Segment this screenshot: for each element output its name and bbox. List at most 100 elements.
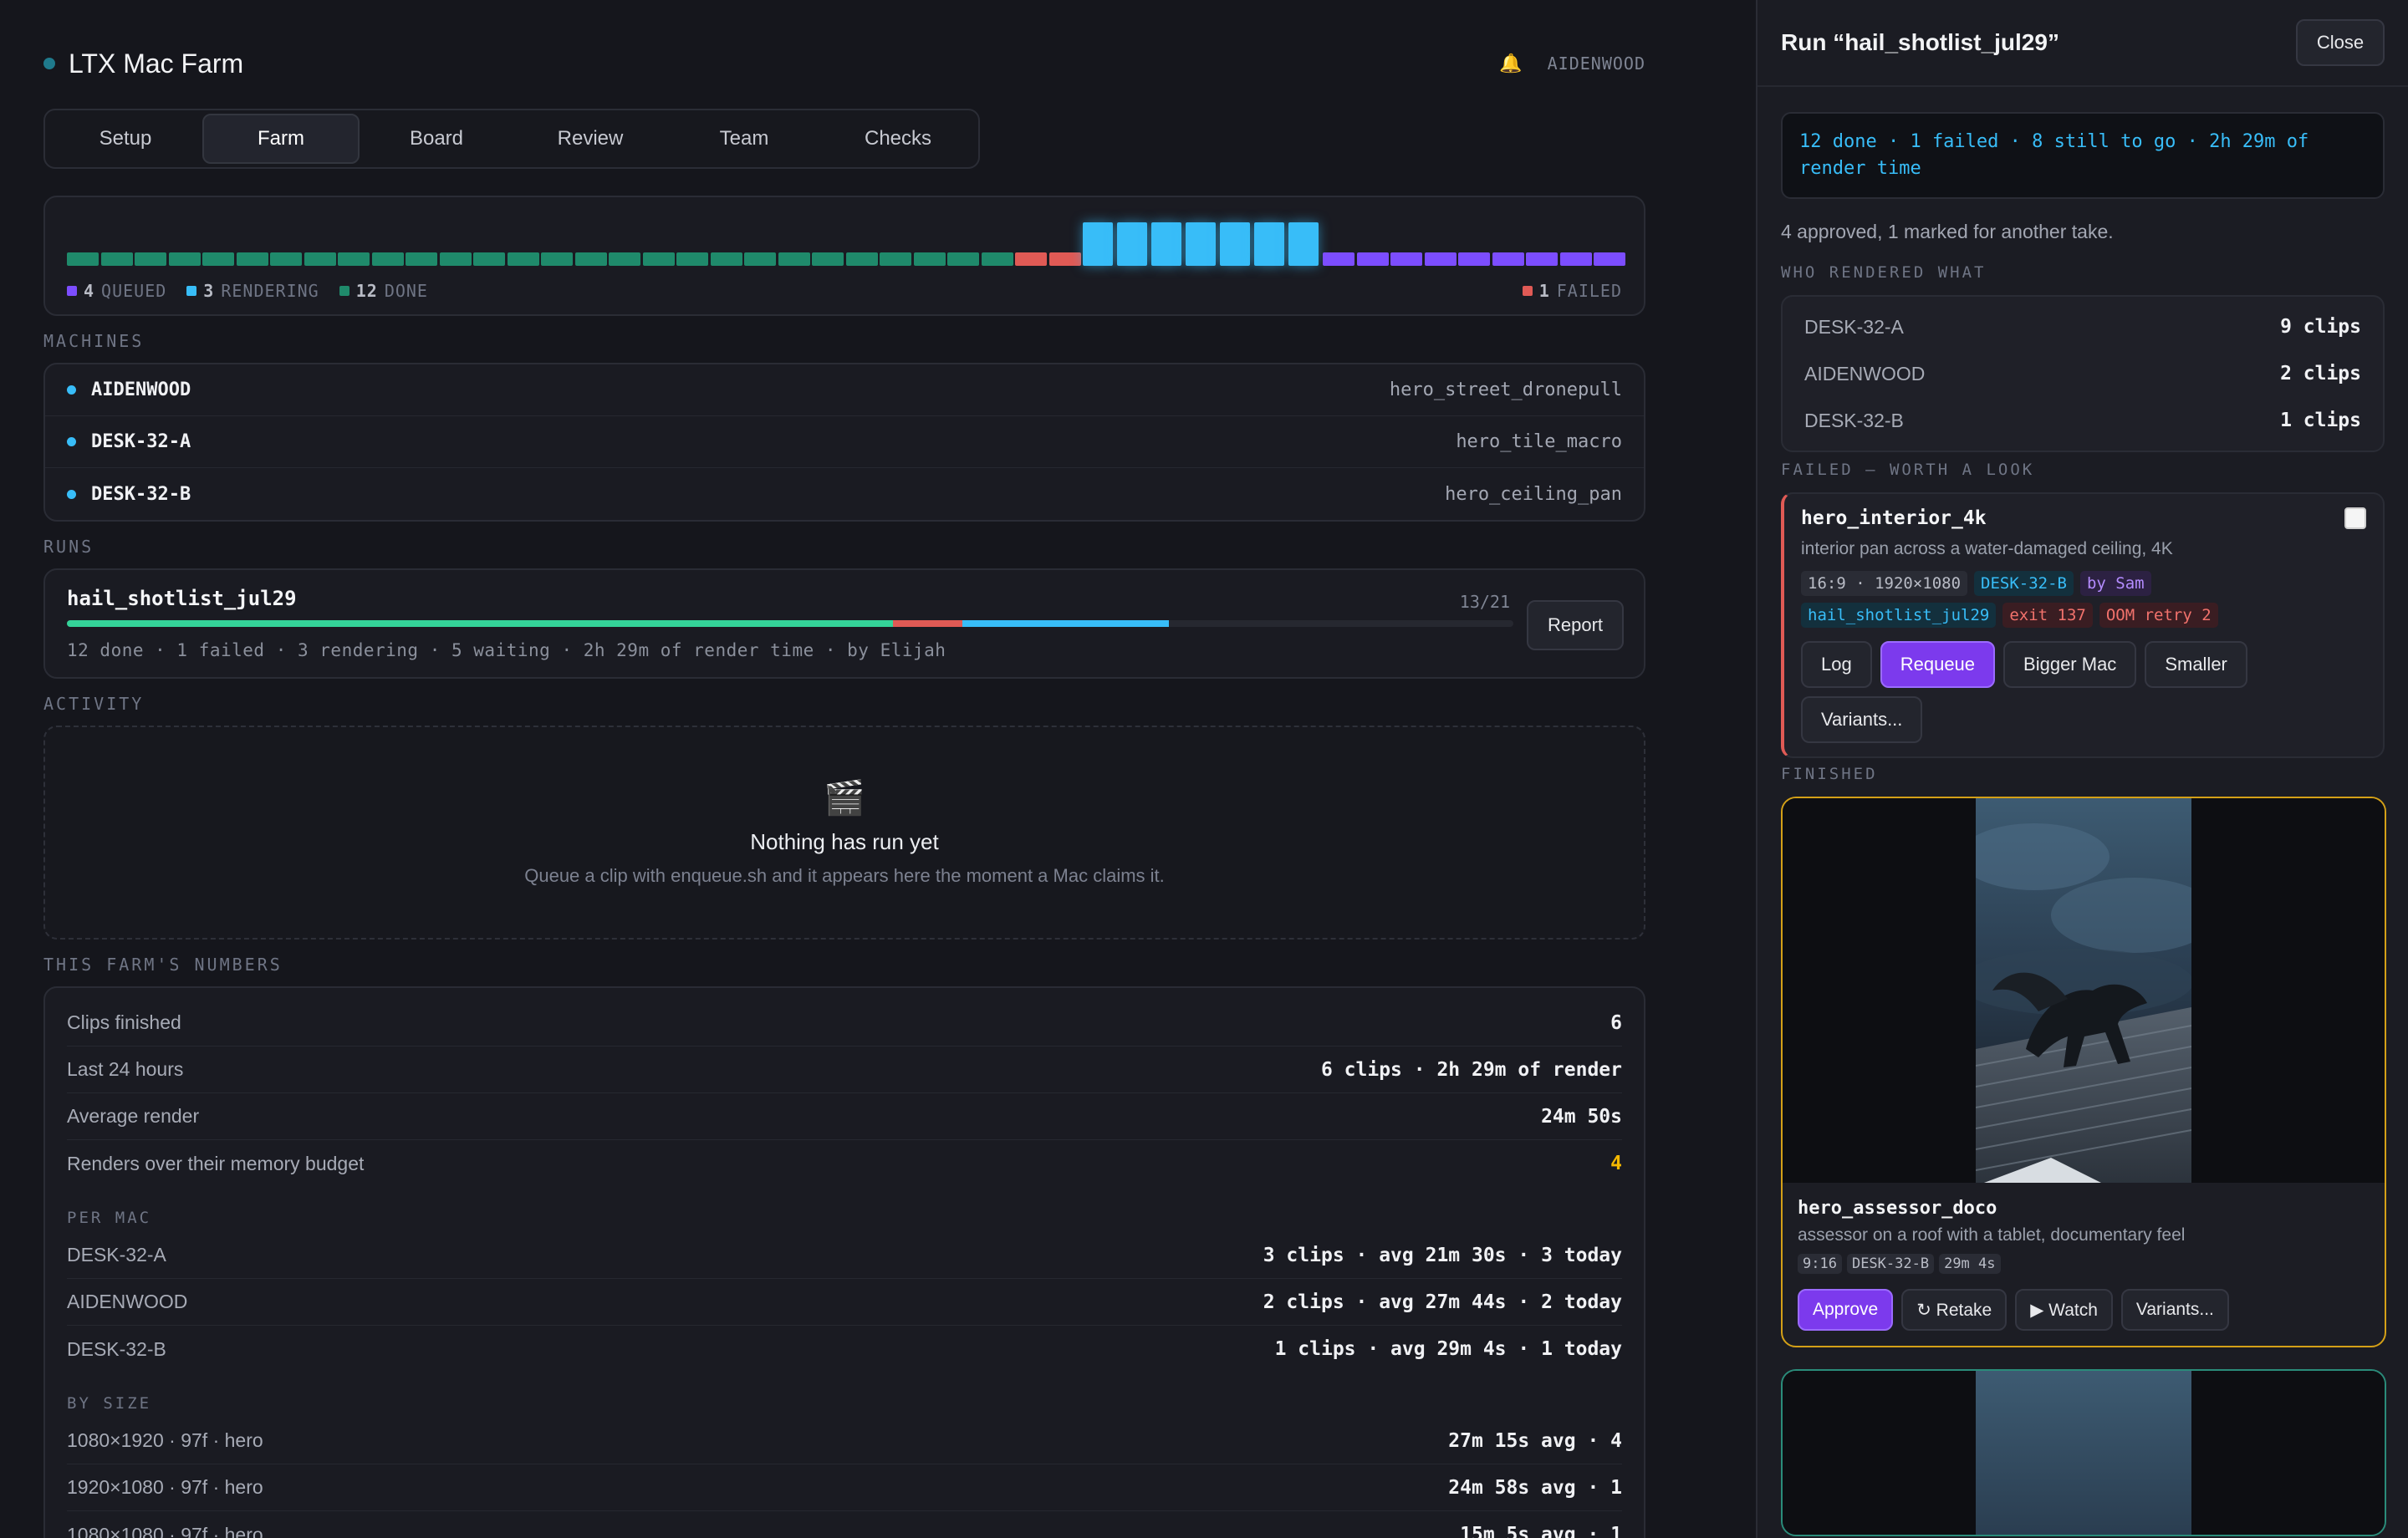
job-timeline: 4 QUEUED 3 RENDERING 12 DONE 1 FAILED	[43, 196, 1645, 316]
timeline-block-queued[interactable]	[1390, 252, 1422, 266]
timeline-block-rendering[interactable]	[1254, 222, 1284, 266]
timeline-block-done[interactable]	[609, 252, 640, 266]
tab-checks[interactable]: Checks	[821, 114, 975, 164]
timeline-block-done[interactable]	[880, 252, 911, 266]
timeline-block-done[interactable]	[135, 252, 166, 266]
section-numbers: THIS FARM'S NUMBERS	[43, 955, 283, 975]
timeline-block-queued[interactable]	[1356, 252, 1389, 266]
timeline-block-queued[interactable]	[1526, 252, 1558, 266]
stat-row: Last 24 hours 6 clips · 2h 29m of render	[67, 1047, 1622, 1093]
tab-review[interactable]: Review	[513, 114, 667, 164]
machine-row[interactable]: DESK-32-B hero_ceiling_pan	[45, 468, 1644, 520]
timeline-block-failed[interactable]	[1048, 252, 1081, 266]
legend-rendering: 3 RENDERING	[186, 281, 319, 301]
select-checkbox[interactable]	[2344, 507, 2366, 529]
timeline-block-queued[interactable]	[1559, 252, 1592, 266]
timeline-block-failed[interactable]	[1015, 252, 1047, 266]
timeline-block-done[interactable]	[338, 252, 370, 266]
run-progress-bar	[67, 620, 1513, 627]
timeline-block-done[interactable]	[574, 252, 607, 266]
tab-farm[interactable]: Farm	[202, 114, 360, 164]
user-name[interactable]: AIDENWOOD	[1548, 53, 1645, 74]
machine-row[interactable]: AIDENWOOD hero_street_dronepull	[45, 364, 1644, 416]
finished-clip-card: hero_assessor_doco assessor on a roof wi…	[1781, 797, 2386, 1347]
timeline-block-rendering[interactable]	[1186, 222, 1216, 266]
timeline-block-queued[interactable]	[1323, 252, 1354, 266]
timeline-block-done[interactable]	[710, 252, 742, 266]
app-title: LTX Mac Farm	[69, 48, 244, 79]
timeline-block-rendering[interactable]	[1151, 222, 1181, 266]
timeline-block-queued[interactable]	[1594, 252, 1625, 266]
timeline-block-done[interactable]	[541, 252, 573, 266]
timeline-block-rendering[interactable]	[1288, 222, 1319, 266]
stat-row: 1920×1080 · 97f · hero 24m 58s avg · 1	[67, 1464, 1622, 1511]
timeline-block-done[interactable]	[642, 252, 675, 266]
timeline-block-queued[interactable]	[1458, 252, 1490, 266]
variants-button[interactable]: Variants...	[2120, 1289, 2229, 1331]
timeline-block-done[interactable]	[778, 252, 810, 266]
timeline-block-rendering[interactable]	[1083, 222, 1113, 266]
timeline-block-done[interactable]	[744, 252, 776, 266]
requeue-button[interactable]: Requeue	[1880, 641, 1996, 688]
approval-status: 4 approved, 1 marked for another take.	[1781, 221, 2114, 242]
timeline-block-done[interactable]	[406, 252, 437, 266]
who-row: DESK-32-B 1 clips	[1804, 409, 2361, 432]
timeline-block-done[interactable]	[371, 252, 404, 266]
timeline-block-done[interactable]	[947, 252, 979, 266]
activity-empty-state: 🎬 Nothing has run yet Queue a clip with …	[43, 726, 1645, 940]
failed-clip-card: hero_interior_4k interior pan across a w…	[1781, 492, 2385, 758]
approve-button[interactable]: Approve	[1798, 1289, 1894, 1331]
timeline-block-rendering[interactable]	[1117, 222, 1147, 266]
smaller-button[interactable]: Smaller	[2145, 641, 2247, 688]
timeline-block-done[interactable]	[913, 252, 946, 266]
bigger-mac-button[interactable]: Bigger Mac	[2003, 641, 2137, 688]
stat-row: 1080×1920 · 97f · hero 27m 15s avg · 4	[67, 1418, 1622, 1464]
timeline-block-done[interactable]	[439, 252, 472, 266]
variants-button[interactable]: Variants...	[1801, 696, 1923, 743]
stat-row: Clips finished 6	[67, 1000, 1622, 1047]
tab-board[interactable]: Board	[360, 114, 513, 164]
machines-list: AIDENWOOD hero_street_dronepull DESK-32-A…	[43, 363, 1645, 522]
retake-button[interactable]: ↻ Retake	[1901, 1289, 2008, 1331]
status-dot	[67, 489, 76, 499]
timeline-block-done[interactable]	[236, 252, 268, 266]
report-button[interactable]: Report	[1527, 600, 1624, 650]
clip-thumbnail-image	[1976, 798, 2191, 1183]
timeline-block-rendering[interactable]	[1220, 222, 1250, 266]
timeline-block-done[interactable]	[981, 252, 1013, 266]
tab-setup[interactable]: Setup	[48, 114, 202, 164]
log-button[interactable]: Log	[1801, 641, 1872, 688]
chip-aspect: 9:16	[1798, 1254, 1842, 1274]
timeline-block-done[interactable]	[812, 252, 844, 266]
stat-row: DESK-32-B 1 clips · avg 29m 4s · 1 today	[67, 1337, 1622, 1361]
timeline-block-queued[interactable]	[1424, 252, 1457, 266]
timeline-block-done[interactable]	[473, 252, 505, 266]
timeline-block-done[interactable]	[507, 252, 539, 266]
timeline-block-done[interactable]	[67, 252, 99, 266]
bell-icon[interactable]: 🔔	[1499, 53, 1522, 74]
tab-team[interactable]: Team	[667, 114, 821, 164]
timeline-blocks	[67, 219, 1625, 266]
timeline-block-done[interactable]	[676, 252, 708, 266]
timeline-block-done[interactable]	[202, 252, 234, 266]
timeline-block-done[interactable]	[100, 252, 133, 266]
legend-failed: 1 FAILED	[1522, 281, 1622, 301]
activity-title: Nothing has run yet	[750, 829, 939, 854]
failed-label: FAILED — WORTH A LOOK	[1781, 461, 2035, 479]
timeline-block-done[interactable]	[270, 252, 302, 266]
clip-thumbnail[interactable]	[1976, 1371, 2191, 1535]
main-panel: LTX Mac Farm 🔔 AIDENWOOD Setup Farm Boar…	[0, 0, 1756, 1538]
timeline-block-done[interactable]	[845, 252, 878, 266]
timeline-block-done[interactable]	[168, 252, 201, 266]
watch-button[interactable]: ▶ Watch	[2015, 1289, 2113, 1331]
clip-thumbnail[interactable]	[1783, 798, 2385, 1183]
close-button[interactable]: Close	[2296, 19, 2385, 66]
activity-subtitle: Queue a clip with enqueue.sh and it appe…	[524, 865, 1165, 886]
status-dot	[67, 385, 76, 395]
section-runs: RUNS	[43, 537, 94, 557]
machine-row[interactable]: DESK-32-A hero_tile_macro	[45, 416, 1644, 468]
run-card[interactable]: hail_shotlist_jul29 13/21 12 done · 1 fa…	[43, 568, 1645, 679]
timeline-block-queued[interactable]	[1492, 252, 1524, 266]
stat-row: DESK-32-A 3 clips · avg 21m 30s · 3 today	[67, 1232, 1622, 1279]
timeline-block-done[interactable]	[304, 252, 336, 266]
